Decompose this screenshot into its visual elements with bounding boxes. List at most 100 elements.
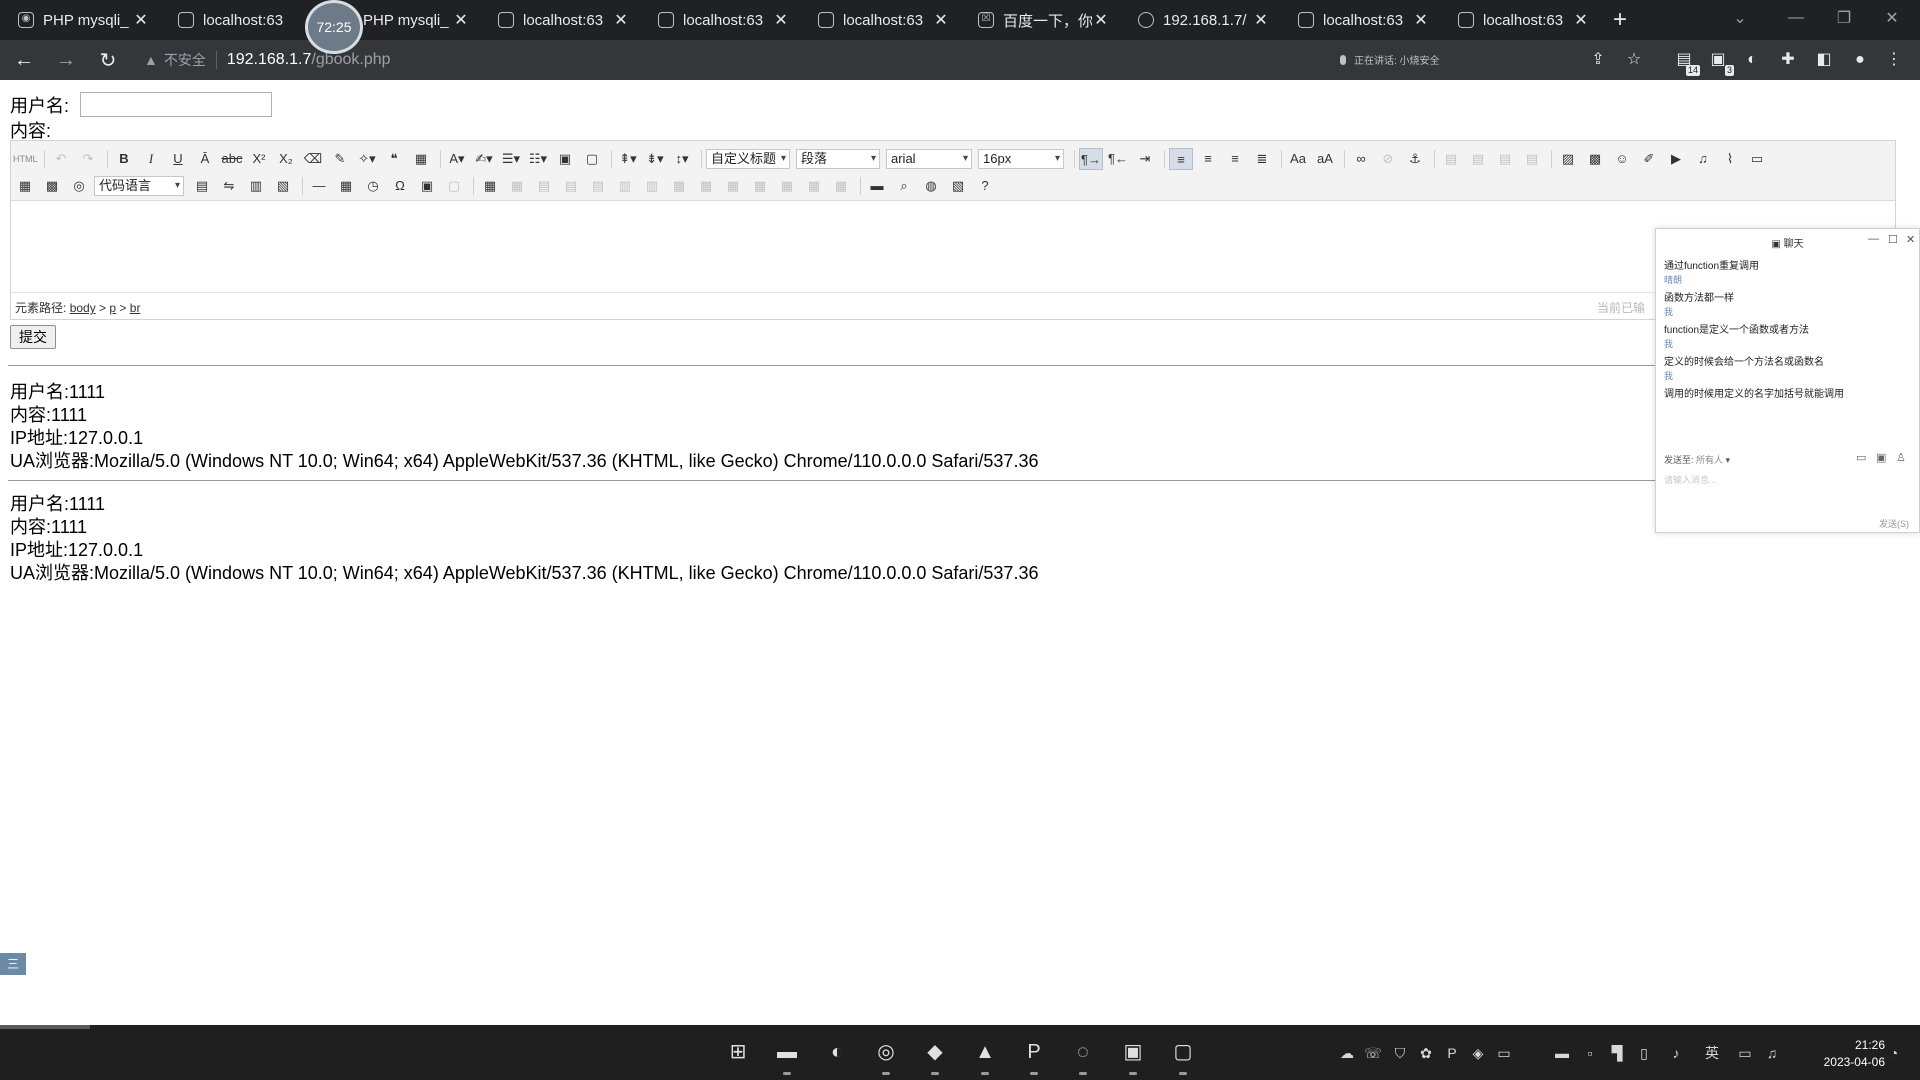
- insert-image-icon[interactable]: ▩: [1583, 148, 1607, 170]
- insert-col-icon[interactable]: ▥: [613, 175, 637, 197]
- map-icon[interactable]: ▭: [1745, 148, 1769, 170]
- close-icon[interactable]: ✕: [932, 10, 950, 30]
- p-app-icon[interactable]: P: [1019, 1037, 1049, 1075]
- file-explorer-icon[interactable]: ▬: [772, 1037, 802, 1075]
- html-source-icon[interactable]: HTML: [13, 148, 38, 170]
- horizontal-rule-icon[interactable]: —: [307, 175, 331, 197]
- snapscreen-icon[interactable]: ▣: [415, 175, 439, 197]
- insert-table-icon[interactable]: ▦: [478, 175, 502, 197]
- tray-icon[interactable]: ▜: [1607, 1043, 1627, 1063]
- tab[interactable]: localhost:63 ✕: [1440, 0, 1600, 40]
- blockquote-icon[interactable]: ❝: [382, 148, 406, 170]
- path-body-link[interactable]: body: [70, 301, 96, 315]
- tab[interactable]: localhost:63 ✕: [800, 0, 960, 40]
- tab[interactable]: localhost:63: [160, 0, 320, 40]
- shield-icon[interactable]: ⛉: [1390, 1043, 1410, 1063]
- chat-input[interactable]: 请输入消息...: [1664, 473, 1717, 486]
- music-icon[interactable]: ♫: [1691, 148, 1715, 170]
- image-right-icon[interactable]: ▤: [1493, 148, 1517, 170]
- line-height-icon[interactable]: ↕▾: [670, 148, 694, 170]
- insert-video-icon[interactable]: ▶: [1664, 148, 1688, 170]
- ordered-list-icon[interactable]: ☰▾: [499, 148, 523, 170]
- unordered-list-icon[interactable]: ☷▾: [526, 148, 550, 170]
- chat-tray-icon[interactable]: ▬: [1552, 1043, 1572, 1063]
- row-spacing-top-icon[interactable]: ⇞▾: [616, 148, 640, 170]
- template-icon[interactable]: ▤: [190, 175, 214, 197]
- preview-icon[interactable]: ⌕: [892, 175, 916, 197]
- image-center-icon[interactable]: ▤: [1520, 148, 1544, 170]
- close-icon[interactable]: ✕: [1412, 10, 1430, 30]
- tray-icon[interactable]: ☏: [1363, 1043, 1383, 1063]
- emotion-icon[interactable]: ☺: [1610, 148, 1634, 170]
- superscript-icon[interactable]: X²: [247, 148, 271, 170]
- font-family-select[interactable]: arial: [886, 149, 972, 169]
- close-icon[interactable]: ✕: [772, 10, 790, 30]
- minimize-icon[interactable]: —: [1868, 233, 1879, 245]
- tray-icon[interactable]: ▫: [1580, 1043, 1600, 1063]
- search-replace-icon[interactable]: ◍: [919, 175, 943, 197]
- split-to-cols-icon[interactable]: ▦: [802, 175, 826, 197]
- tab[interactable]: localhost:63 ✕: [1280, 0, 1440, 40]
- side-panel-icon[interactable]: ◧: [1812, 48, 1836, 72]
- screenshot-icon[interactable]: ▣: [1876, 451, 1886, 464]
- microphone-icon[interactable]: ♪: [1666, 1043, 1686, 1063]
- unlink-icon[interactable]: ⊘: [1376, 148, 1400, 170]
- font-color-icon[interactable]: A▾: [445, 148, 469, 170]
- share-icon[interactable]: ⇪: [1586, 48, 1610, 72]
- username-input[interactable]: [80, 92, 272, 117]
- edge-icon[interactable]: ◐: [822, 1037, 852, 1067]
- custom-title-select[interactable]: 自定义标题: [706, 149, 790, 169]
- to-lowercase-icon[interactable]: aA: [1313, 148, 1337, 170]
- tray-icon[interactable]: ◈: [1468, 1043, 1488, 1063]
- align-left-icon[interactable]: ≡: [1169, 148, 1193, 170]
- insert-paragraph-before-table-icon[interactable]: ▤: [532, 175, 556, 197]
- tab[interactable]: ◉ PHP mysqli_ ✕: [0, 0, 160, 40]
- tray-icon[interactable]: ✿: [1416, 1043, 1436, 1063]
- bookmark-star-icon[interactable]: ☆: [1622, 48, 1646, 72]
- bold-icon[interactable]: B: [112, 148, 136, 170]
- close-window-icon[interactable]: ✕: [1864, 0, 1920, 36]
- phone-icon[interactable]: ▯: [1634, 1043, 1654, 1063]
- new-tab-button[interactable]: +: [1600, 6, 1640, 34]
- drafts-icon[interactable]: ▧: [946, 175, 970, 197]
- profile-icon[interactable]: ●: [1848, 48, 1872, 72]
- photos-icon[interactable]: ▲: [970, 1037, 1000, 1075]
- date-icon[interactable]: ▦: [334, 175, 358, 197]
- anchor-icon[interactable]: ⚓: [1403, 148, 1427, 170]
- maximize-icon[interactable]: ☐: [1888, 233, 1898, 246]
- tab[interactable]: localhost:63 ✕: [640, 0, 800, 40]
- help-icon[interactable]: ?: [973, 175, 997, 197]
- auto-typeset-icon[interactable]: ✧▾: [355, 148, 379, 170]
- split-to-rows-icon[interactable]: ▦: [775, 175, 799, 197]
- background-icon[interactable]: ⇋: [217, 175, 241, 197]
- split-to-cells-icon[interactable]: ▦: [748, 175, 772, 197]
- side-panel-toggle[interactable]: 三: [0, 953, 26, 975]
- row-spacing-bottom-icon[interactable]: ⇟▾: [643, 148, 667, 170]
- simple-upload-icon[interactable]: ▨: [1556, 148, 1580, 170]
- delete-row-icon[interactable]: ▤: [586, 175, 610, 197]
- ime-indicator[interactable]: 英: [1702, 1043, 1722, 1063]
- clear-doc-icon[interactable]: ▢: [580, 148, 604, 170]
- tab-search-icon[interactable]: ⌄: [1712, 0, 1768, 36]
- image-left-icon[interactable]: ▤: [1466, 148, 1490, 170]
- address-bar[interactable]: ▲ 不安全 192.168.1.7/gbook.php: [144, 44, 391, 76]
- strikethrough-icon[interactable]: abc: [220, 148, 244, 170]
- webapp-icon[interactable]: ▢: [442, 175, 466, 197]
- underline-icon[interactable]: U: [166, 148, 190, 170]
- tab[interactable]: 192.168.1.7/ ✕: [1120, 0, 1280, 40]
- align-right-icon[interactable]: ≡: [1223, 148, 1247, 170]
- tab[interactable]: ☒ 百度一下，你 ✕: [960, 0, 1120, 40]
- eye-extension-icon[interactable]: ◐: [1740, 48, 1764, 72]
- format-match-icon[interactable]: ✎: [328, 148, 352, 170]
- phpstorm-icon[interactable]: ▣: [1118, 1037, 1148, 1075]
- notifications-icon[interactable]: ◔: [1884, 1043, 1904, 1063]
- tab[interactable]: localhost:63 ✕: [480, 0, 640, 40]
- extensions-puzzle-icon[interactable]: ✚: [1776, 48, 1800, 72]
- insert-file-icon[interactable]: ▧: [271, 175, 295, 197]
- insert-frame-icon[interactable]: ▦: [13, 175, 37, 197]
- send-to-row[interactable]: 发送至: 所有人 ▾: [1664, 453, 1730, 466]
- close-icon[interactable]: ✕: [452, 10, 470, 30]
- undo-icon[interactable]: ↶: [49, 148, 73, 170]
- menu-icon[interactable]: ⋮: [1882, 48, 1906, 72]
- start-icon[interactable]: ⊞: [723, 1037, 753, 1067]
